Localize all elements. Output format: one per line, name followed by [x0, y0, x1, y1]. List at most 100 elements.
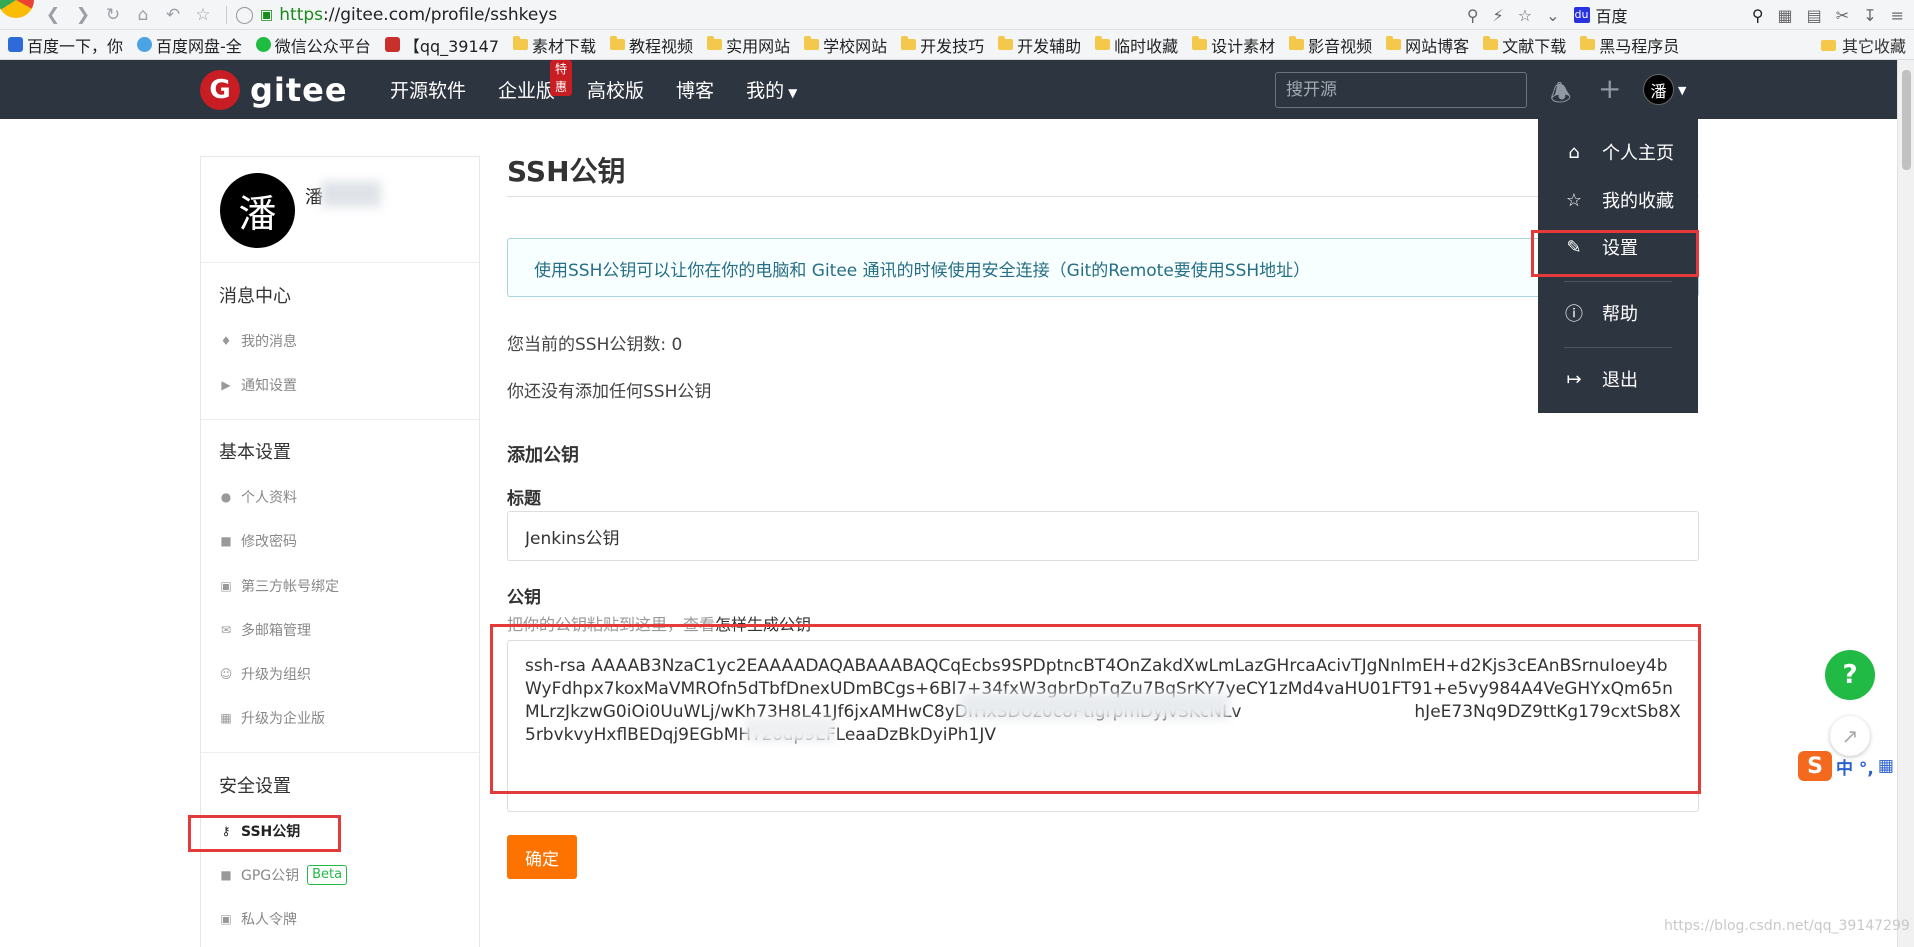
bookmark-folder[interactable]: 开发技巧: [893, 33, 990, 57]
sidebar-item-tokens[interactable]: ▣ 私人令牌: [219, 909, 297, 929]
users-icon: ☺: [219, 667, 233, 681]
nav-mine-label: 我的: [746, 80, 785, 102]
chevron-down-icon[interactable]: ⌄: [1546, 6, 1559, 25]
home-icon: ⌂: [1568, 141, 1580, 163]
folder-icon: [1483, 36, 1499, 50]
bookmark-item[interactable]: 百度一下，你: [0, 33, 129, 57]
undo-icon[interactable]: ↶: [158, 5, 188, 25]
lock-icon: ■: [220, 868, 232, 882]
caret-down-icon: ▼: [788, 86, 798, 100]
promo-badge: 特惠: [550, 60, 573, 96]
folder-icon: [1580, 36, 1596, 50]
sogou-icon: S: [1798, 751, 1832, 781]
key-label: 公钥: [507, 588, 541, 608]
cloud-icon: [137, 37, 153, 52]
search-icon[interactable]: ⚲: [1752, 6, 1764, 25]
sidebar-item-third-party[interactable]: ▣ 第三方帐号绑定: [219, 576, 339, 596]
baidu-paw-icon: [8, 37, 23, 52]
nav-blog[interactable]: 博客: [676, 76, 714, 103]
nav-open-source[interactable]: 开源软件: [390, 76, 466, 103]
bookmark-folder[interactable]: 学校网站: [796, 33, 893, 57]
divider: [507, 196, 1699, 197]
reload-icon[interactable]: ↻: [98, 5, 128, 25]
bookmark-folder[interactable]: 素材下载: [505, 33, 602, 57]
sidebar-item-notify-settings[interactable]: ▶ 通知设置: [219, 375, 297, 395]
bookmark-folder[interactable]: 文献下载: [1475, 33, 1572, 57]
menu-item-favorites[interactable]: ☆ 我的收藏: [1538, 177, 1698, 223]
ime-status: 中 °,: [1836, 758, 1874, 779]
forward-icon[interactable]: ❯: [68, 5, 98, 25]
star-icon[interactable]: ☆: [188, 5, 218, 25]
help-floating-button[interactable]: ?: [1825, 650, 1875, 700]
settings-highlight: [1531, 230, 1699, 277]
favorite-icon[interactable]: ☆: [1518, 6, 1532, 25]
bookmark-item[interactable]: 百度网盘-全: [129, 33, 248, 57]
sidebar-item-upgrade-org[interactable]: ☺ 升级为组织: [219, 664, 311, 684]
zoom-icon[interactable]: ⚲: [1467, 6, 1479, 25]
bookmark-folder[interactable]: 网站博客: [1378, 33, 1475, 57]
bookmark-item[interactable]: 微信公众平台: [248, 33, 377, 57]
engine-search[interactable]: du 百度 ⚲: [1573, 3, 1764, 27]
bookmark-folder[interactable]: 黑马程序员: [1572, 33, 1685, 57]
search-input[interactable]: [1275, 72, 1527, 108]
speaker-icon: ▶: [221, 378, 231, 392]
menu-item-help[interactable]: ⓘ 帮助: [1538, 290, 1698, 336]
bookmark-folder[interactable]: 教程视频: [602, 33, 699, 57]
wechat-icon: [255, 37, 271, 52]
bookmark-folder[interactable]: 临时收藏: [1087, 33, 1184, 57]
bookmark-folder[interactable]: 设计素材: [1184, 33, 1281, 57]
browser-toolbar: ❮ ❯ ↻ ⌂ ↶ ☆ ◯ ▣ https://gitee.com/profil…: [0, 0, 1914, 30]
bookmark-folder[interactable]: 影音视频: [1281, 33, 1378, 57]
building-icon: ▦: [220, 711, 232, 725]
vertical-scrollbar[interactable]: [1897, 60, 1914, 947]
site-header: G gitee 开源软件 企业版特惠 高校版 博客 我的▼ 🕭 + 潘 ▼: [0, 60, 1897, 119]
bell-icon: ♦: [220, 334, 232, 348]
sidebar-item-password[interactable]: ■ 修改密码: [219, 531, 297, 551]
shield-icon: ◯: [235, 4, 255, 25]
ssh-key-count: 您当前的SSH公钥数: 0: [507, 335, 683, 355]
sidebar-item-profile[interactable]: ● 个人资料: [219, 487, 297, 507]
submit-button[interactable]: 确定: [507, 835, 577, 879]
folder-icon: [1095, 36, 1111, 50]
scrollbar-thumb[interactable]: [1902, 70, 1911, 170]
menu-icon[interactable]: ≡: [1891, 6, 1904, 25]
bookmark-item[interactable]: 【qq_39147: [377, 33, 505, 57]
sidebar-item-upgrade-enterprise[interactable]: ▦ 升级为企业版: [219, 708, 325, 728]
section-title-messages: 消息中心: [219, 286, 291, 307]
menu-item-profile[interactable]: ⌂ 个人主页: [1538, 129, 1698, 175]
menu-item-logout[interactable]: ↦ 退出: [1538, 356, 1698, 402]
apps-icon[interactable]: ▦: [1778, 6, 1793, 25]
key-title-input[interactable]: [507, 511, 1699, 561]
gitee-logo[interactable]: G gitee: [200, 70, 348, 110]
divider: [226, 5, 227, 24]
divider: [1564, 281, 1672, 282]
bookmark-folder[interactable]: 实用网站: [699, 33, 796, 57]
security-icon[interactable]: ▤: [1807, 6, 1822, 25]
nav-mine[interactable]: 我的 ▼: [746, 76, 797, 103]
bookmark-folder[interactable]: 开发辅助: [990, 33, 1087, 57]
lightning-icon[interactable]: ⚡: [1493, 6, 1504, 25]
baidu-icon: du: [1573, 7, 1590, 23]
sidebar-item-emails[interactable]: ✉ 多邮箱管理: [219, 620, 311, 640]
caret-down-icon[interactable]: ▼: [1678, 84, 1686, 97]
back-icon[interactable]: ❮: [38, 5, 68, 25]
bell-icon[interactable]: 🕭: [1550, 76, 1571, 117]
plus-icon[interactable]: +: [1598, 72, 1621, 105]
page-title: SSH公钥: [507, 155, 626, 188]
browser-logo-icon: [0, 0, 38, 30]
sidebar-item-gpg-keys[interactable]: ■ GPG公钥 Beta: [219, 865, 348, 885]
user-avatar[interactable]: 潘: [1643, 74, 1674, 105]
nav-university[interactable]: 高校版: [587, 76, 644, 103]
nav-enterprise[interactable]: 企业版 特惠: [498, 60, 573, 103]
address-bar[interactable]: ◯ ▣ https://gitee.com/profile/sshkeys: [235, 5, 557, 25]
avatar[interactable]: 潘: [220, 173, 295, 248]
watermark: https://blog.csdn.net/qq_39147299: [1664, 918, 1910, 934]
download-icon[interactable]: ↧: [1863, 6, 1876, 25]
other-bookmarks[interactable]: 其它收藏: [1820, 30, 1906, 59]
home-icon[interactable]: ⌂: [128, 5, 158, 25]
scissors-icon[interactable]: ✂: [1836, 6, 1849, 25]
user-icon: ●: [220, 490, 232, 504]
folder-icon: [998, 36, 1014, 50]
sidebar-item-my-messages[interactable]: ♦ 我的消息: [219, 331, 297, 351]
section-title-security: 安全设置: [219, 776, 291, 797]
